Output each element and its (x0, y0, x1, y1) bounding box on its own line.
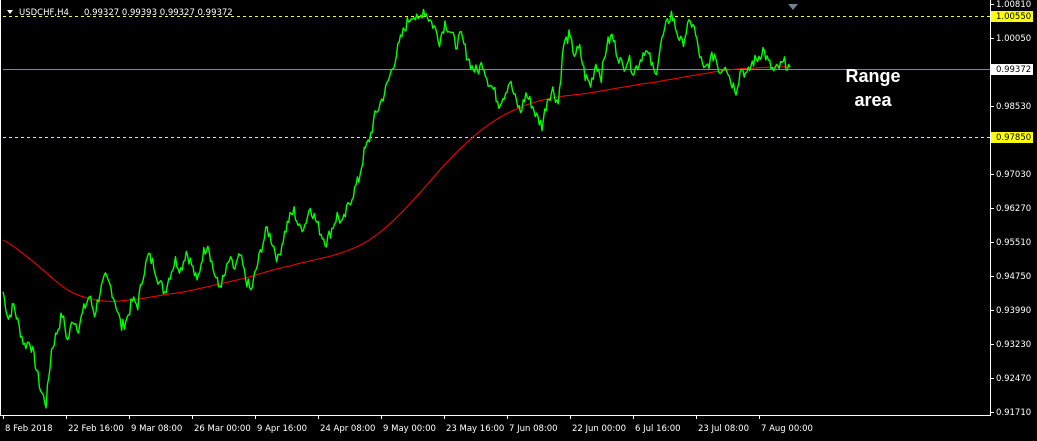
x-tick-label: 24 Apr 08:00 (320, 424, 375, 434)
symbol-label: USDCHF,H4 (19, 8, 69, 18)
y-tick-label: 0.95510 (996, 238, 1031, 248)
y-tick-label: 1.00050 (996, 34, 1031, 44)
chart-header: USDCHF,H4 0.99327 0.99393 0.99327 0.9937… (7, 8, 233, 18)
x-tick-label: 9 Mar 08:00 (131, 424, 182, 434)
y-tick-label: 0.92470 (996, 374, 1031, 384)
ohlc-values: 0.99327 0.99393 0.99327 0.99372 (84, 8, 233, 18)
y-tick-label: 0.97030 (996, 170, 1031, 180)
range-annotation-line2: area (854, 90, 892, 110)
range-annotation-line1: Range (845, 66, 900, 86)
x-tick-label: 26 Mar 00:00 (194, 424, 251, 434)
x-tick-label: 23 Jul 08:00 (698, 424, 749, 434)
level-price-label: 1.00550 (996, 12, 1031, 22)
price-chart[interactable]: 1.00810 1.00050 0.99372 0.98530 0.97850 0.970… (0, 0, 1037, 441)
current-price-label: 0.99372 (996, 65, 1031, 75)
x-tick-label: 9 Apr 16:00 (257, 424, 307, 434)
x-tick-label: 23 May 16:00 (446, 424, 504, 434)
y-tick-label: 1.00810 (996, 0, 1031, 10)
x-tick-label: 7 Aug 00:00 (761, 424, 813, 434)
y-tick-label: 0.96270 (996, 204, 1031, 214)
x-tick-label: 9 May 00:00 (383, 424, 436, 434)
y-tick-label: 0.93990 (996, 306, 1031, 316)
y-tick-label: 0.91710 (996, 408, 1031, 418)
x-tick-label: 22 Feb 16:00 (68, 424, 124, 434)
y-tick-label: 0.98530 (996, 102, 1031, 112)
x-tick-label: 7 Jun 08:00 (509, 424, 558, 434)
x-tick-label: 22 Jun 00:00 (572, 424, 626, 434)
x-tick-label: 8 Feb 2018 (5, 424, 53, 434)
y-tick-label: 0.94750 (996, 272, 1031, 282)
level-price-label: 0.97850 (996, 133, 1031, 143)
x-tick-label: 6 Jul 16:00 (635, 424, 681, 434)
y-tick-label: 0.93230 (996, 340, 1031, 350)
